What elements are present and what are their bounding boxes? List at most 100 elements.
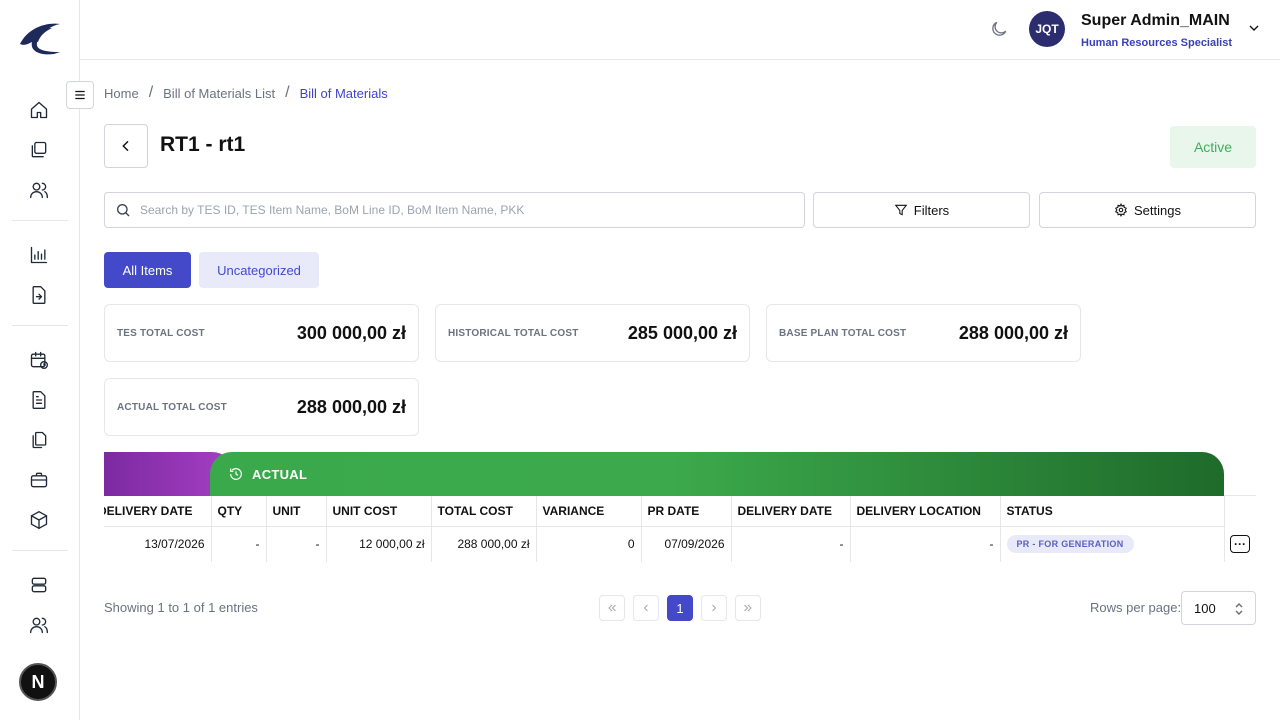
col-delivery-date[interactable]: DELIVERY DATE [104,496,212,527]
table-row[interactable]: 13/07/2026 - - 12 000,00 zł 288 000,00 z… [104,526,1225,562]
menu-icon [75,90,85,100]
table-group-header: ACTUAL [104,452,1224,496]
server-icon[interactable] [28,574,50,596]
cost-card-value: 285 000,00 zł [627,322,737,343]
briefcase-icon[interactable] [28,469,50,491]
cell-unit-cost: 12 000,00 zł [326,526,432,562]
copy-document-icon[interactable] [28,429,50,451]
tab-uncategorized[interactable]: Uncategorized [199,252,319,288]
status-badge: Active [1170,126,1256,168]
sidebar-divider [12,550,68,551]
chart-icon[interactable] [28,244,50,266]
next-page-button[interactable] [701,595,727,621]
user-name: Super Admin_MAIN [1081,12,1230,29]
user-role: Human Resources Specialist [1081,37,1233,49]
filter-icon [894,204,908,216]
prev-page-button[interactable] [633,595,659,621]
rows-per-page-select[interactable]: 100 [1181,591,1256,625]
app-logo-icon[interactable] [16,18,64,58]
search-bar [104,192,805,228]
col-total-cost[interactable]: TOTAL COST [431,496,537,527]
package-icon[interactable] [28,509,50,531]
cell-delivery-location: - [850,526,1001,562]
page-number-button[interactable]: 1 [667,595,693,621]
rows-per-page-label: Rows per page: [1090,600,1182,615]
calendar-clock-icon[interactable] [28,349,50,371]
page-title: RT1 - rt1 [160,133,246,156]
dark-mode-moon-icon[interactable] [989,19,1011,41]
col-unit[interactable]: UNIT [266,496,327,527]
status-badge: PR - FOR GENERATION [1006,535,1134,554]
file-import-icon[interactable] [28,284,50,306]
team-icon[interactable] [28,614,50,636]
cell-total-cost: 288 000,00 zł [431,526,537,562]
documents-stack-icon[interactable] [28,139,50,161]
home-icon[interactable] [28,99,50,121]
breadcrumb-bom-list[interactable]: Bill of Materials List [163,86,275,101]
breadcrumb-separator: / [285,84,290,101]
cost-card-value: 288 000,00 zł [958,322,1068,343]
cell-delivery-date: 13/07/2026 [104,526,212,562]
cost-card-value: 300 000,00 zł [296,322,406,343]
col-unit-cost[interactable]: UNIT COST [326,496,432,527]
filters-button[interactable]: Filters [813,192,1030,228]
chevron-right-icon [712,604,717,612]
chevron-up-down-icon [1235,602,1243,616]
search-icon [117,204,130,217]
group-label-actual: ACTUAL [252,466,308,482]
users-icon[interactable] [28,179,50,201]
col-status[interactable]: STATUS [1000,496,1225,527]
back-button[interactable] [104,124,148,168]
cost-card-historical: HISTORICAL TOTAL COST 285 000,00 zł [435,304,750,362]
cost-card-actual: ACTUAL TOTAL COST 288 000,00 zł [104,378,419,436]
cost-card-label: ACTUAL TOTAL COST [117,401,227,413]
last-page-button[interactable] [735,595,761,621]
breadcrumb: Home / Bill of Materials List / Bill of … [104,84,388,102]
cell-status: PR - FOR GENERATION [1000,526,1225,562]
cell-qty: - [211,526,267,562]
document-icon[interactable] [28,389,50,411]
chevron-down-icon[interactable] [1246,20,1264,38]
cost-card-label: HISTORICAL TOTAL COST [448,327,579,339]
sidebar-toggle-button[interactable] [66,81,94,109]
col-delivery-location[interactable]: DELIVERY LOCATION [850,496,1001,527]
rows-per-page-value: 100 [1194,600,1216,616]
more-horizontal-icon: ··· [1234,537,1246,551]
cell-unit: - [266,526,327,562]
col-qty[interactable]: QTY [211,496,267,527]
sidebar-divider [12,325,68,326]
first-page-button[interactable] [599,595,625,621]
top-bar: JQT Super Admin_MAIN Human Resources Spe… [80,0,1280,60]
breadcrumb-current: Bill of Materials [299,85,388,101]
cost-card-label: TES TOTAL COST [117,327,205,339]
items-table: DELIVERY DATE QTY UNIT UNIT COST TOTAL C… [104,496,1256,562]
row-actions-button[interactable]: ··· [1230,535,1250,553]
settings-label: Settings [1134,202,1181,218]
settings-button[interactable]: Settings [1039,192,1256,228]
avatar-initials: JQT [1035,22,1059,36]
cost-card-tes: TES TOTAL COST 300 000,00 zł [104,304,419,362]
clock-history-icon [230,468,242,480]
chevron-left-icon [643,604,648,612]
cell-pr-date: 07/09/2026 [641,526,732,562]
search-input[interactable] [140,203,780,217]
table-header-row: DELIVERY DATE QTY UNIT UNIT COST TOTAL C… [104,496,1225,527]
table-divider [1224,495,1256,496]
chevrons-left-icon [608,604,616,612]
cost-card-label: BASE PLAN TOTAL COST [779,327,907,339]
avatar[interactable]: JQT [1029,11,1065,47]
sidebar-divider [12,220,68,221]
chevrons-right-icon [744,604,752,612]
entries-summary: Showing 1 to 1 of 1 entries [104,600,258,615]
breadcrumb-separator: / [148,84,154,101]
col-variance[interactable]: VARIANCE [536,496,642,527]
chevron-left-icon [122,140,129,152]
breadcrumb-home[interactable]: Home [104,86,139,101]
col-pr-date[interactable]: PR DATE [641,496,732,527]
gear-icon [1114,203,1128,217]
n-badge-icon[interactable]: N [19,663,57,701]
tab-all-items[interactable]: All Items [104,252,191,288]
col-delivery-date-2[interactable]: DELIVERY DATE [731,496,851,527]
cell-delivery-date-2: - [731,526,851,562]
cost-card-base-plan: BASE PLAN TOTAL COST 288 000,00 zł [766,304,1081,362]
